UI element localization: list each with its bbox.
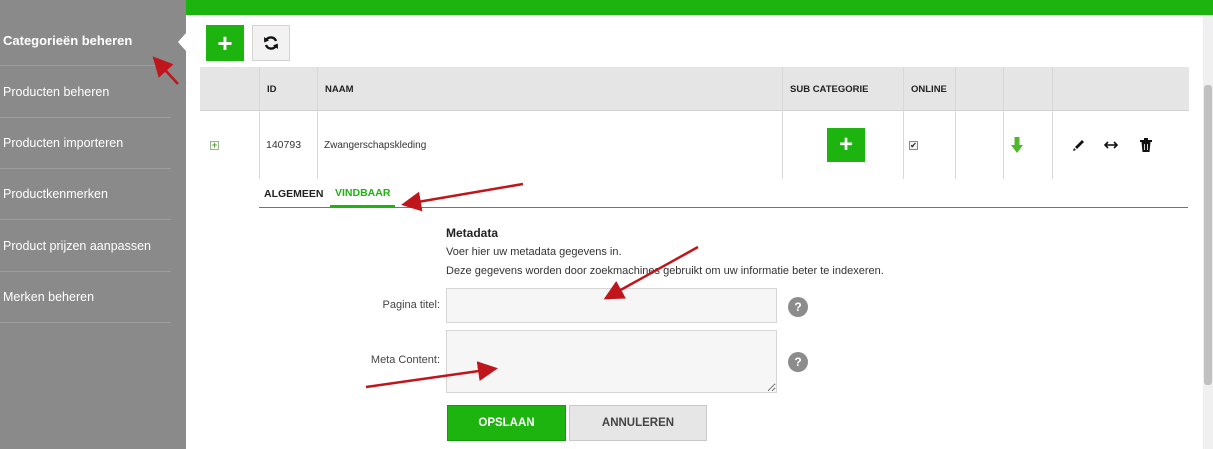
tab-vindbaar[interactable]: VINDBAAR <box>330 180 396 208</box>
resize-cell <box>1104 111 1118 179</box>
tab-label: ALGEMEEN <box>264 187 324 200</box>
sidebar-item-label: Producten importeren <box>3 136 124 150</box>
column-divider <box>259 67 260 179</box>
metadata-description: Deze gegevens worden door zoekmachines g… <box>446 265 884 277</box>
help-icon[interactable]: ? <box>788 352 808 372</box>
scrollbar-thumb[interactable] <box>1204 85 1212 385</box>
row-name: Zwangerschapskleding <box>324 139 427 151</box>
plus-icon: + <box>838 131 853 158</box>
section-title: Metadata <box>446 226 499 240</box>
page-title-input[interactable] <box>446 288 777 323</box>
plus-icon: + <box>217 28 233 58</box>
trash-icon[interactable] <box>1140 138 1152 152</box>
save-button[interactable]: OPSLAAN <box>447 405 566 441</box>
edit-cell <box>1072 111 1086 179</box>
column-header-subcategory: SUB CATEGORIE <box>790 83 869 95</box>
row-id: 140793 <box>266 139 302 151</box>
metadata-description: Voer hier uw metadata gegevens in. <box>446 246 622 258</box>
column-header-online: ONLINE <box>911 83 947 95</box>
column-header-id: ID <box>267 83 277 95</box>
sidebar-item-prices[interactable]: Product prijzen aanpassen <box>0 221 171 272</box>
add-category-button[interactable]: + <box>206 25 244 61</box>
sidebar-item-label: Categorieën beheren <box>3 32 133 48</box>
expand-icon[interactable]: + <box>210 140 219 150</box>
active-pointer <box>178 33 186 51</box>
delete-cell <box>1140 111 1152 179</box>
sidebar-item-label: Merken beheren <box>3 290 95 304</box>
tab-algemeen[interactable]: ALGEMEEN <box>264 180 324 207</box>
pencil-icon[interactable] <box>1072 138 1086 152</box>
sidebar-item-products[interactable]: Producten beheren <box>0 67 171 118</box>
help-icon[interactable]: ? <box>788 297 808 317</box>
add-subcategory-button[interactable]: + <box>827 128 865 162</box>
column-divider <box>955 67 956 179</box>
scrollbar[interactable] <box>1203 15 1213 449</box>
cancel-button[interactable]: ANNULEREN <box>569 405 707 441</box>
table-header: ID NAAM SUB CATEGORIE ONLINE <box>200 67 1189 111</box>
subcategory-cell: + <box>827 111 865 179</box>
meta-content-textarea[interactable] <box>446 330 777 393</box>
sidebar-item-product-features[interactable]: Productkenmerken <box>0 169 171 220</box>
online-cell: ✔ <box>909 111 918 179</box>
move-down-cell <box>1011 111 1023 179</box>
column-divider <box>903 67 904 179</box>
sidebar-item-label: Producten beheren <box>3 85 110 99</box>
refresh-icon <box>264 36 278 50</box>
column-divider <box>782 67 783 179</box>
column-header-name: NAAM <box>325 83 354 95</box>
online-checkbox[interactable]: ✔ <box>909 140 918 150</box>
expand-cell: + <box>210 111 219 179</box>
sidebar-item-categories[interactable]: Categorieën beheren <box>0 15 171 66</box>
tab-label: VINDBAAR <box>335 186 391 199</box>
arrows-horizontal-icon[interactable] <box>1104 140 1118 150</box>
sidebar: Categorieën beheren Producten beheren Pr… <box>0 0 186 449</box>
page-title-label: Pagina titel: <box>382 299 440 311</box>
column-divider <box>1003 67 1004 179</box>
sidebar-item-label: Product prijzen aanpassen <box>3 239 152 253</box>
arrow-down-icon[interactable] <box>1011 137 1023 153</box>
detail-tabs: ALGEMEEN VINDBAAR <box>259 180 1188 208</box>
column-divider <box>317 67 318 179</box>
meta-content-label: Meta Content: <box>370 354 440 366</box>
sidebar-item-label: Productkenmerken <box>3 187 108 201</box>
table-row[interactable]: + 140793 Zwangerschapskleding + ✔ <box>200 111 1189 179</box>
sidebar-item-import[interactable]: Producten importeren <box>0 118 171 169</box>
column-divider <box>1052 67 1053 179</box>
sidebar-item-brands[interactable]: Merken beheren <box>0 272 171 323</box>
top-bar <box>186 0 1213 15</box>
refresh-button[interactable] <box>252 25 290 61</box>
